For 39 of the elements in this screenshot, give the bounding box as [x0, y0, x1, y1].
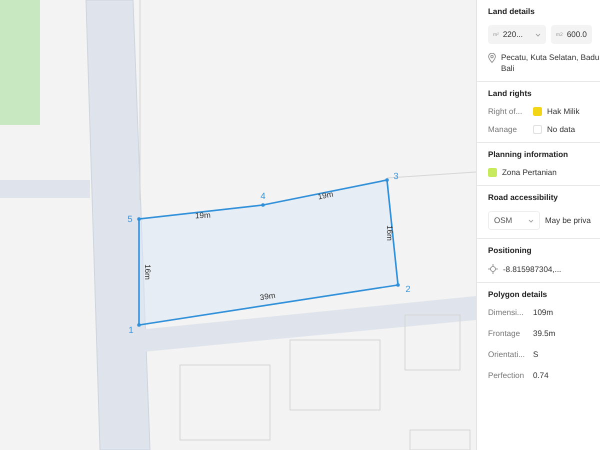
field-value: 39.5m	[533, 329, 556, 338]
section-title: Planning information	[488, 149, 569, 159]
vertex-label: 2	[406, 284, 410, 294]
chevron-icon	[534, 32, 541, 36]
field-label: Right of...	[488, 107, 524, 116]
edge-length-label: 16m	[385, 225, 394, 241]
section-title: Land rights	[488, 88, 533, 98]
location-pin-icon	[488, 53, 496, 63]
vertex-label: 1	[128, 325, 134, 335]
coordinates-text: -8.815987304,...	[503, 264, 562, 274]
field-label: Frontage	[488, 329, 522, 338]
field-label: Manage	[488, 125, 518, 134]
section-title: Positioning	[488, 245, 533, 255]
field-value: S	[533, 350, 538, 359]
field-label: Dimensi...	[488, 308, 525, 317]
section-title: Land details	[488, 6, 536, 16]
crosshair-icon	[488, 264, 498, 274]
vertex-label: 3	[394, 171, 398, 181]
field-label: Perfection	[488, 371, 526, 380]
field-value: No data	[547, 125, 576, 134]
empty-swatch	[533, 125, 542, 134]
source-select[interactable]: OSM	[488, 211, 540, 230]
section-title: Polygon details	[488, 289, 548, 299]
vertex-label: 5	[128, 214, 132, 224]
edge-length-label: 16m	[143, 264, 152, 280]
access-note: May be priva	[545, 216, 591, 225]
field-value: Hak Milik	[547, 107, 580, 116]
edge-length-label: 19m	[194, 210, 211, 220]
edge-length-label: 19m	[317, 190, 334, 202]
vertex-label: 4	[260, 191, 266, 201]
section-title: Road accessibility	[488, 192, 559, 202]
address-text: Bali	[501, 64, 516, 73]
edge-length-label: 39m	[259, 290, 276, 302]
chevron-icon	[528, 218, 534, 222]
field-label: Orientati...	[488, 350, 526, 359]
field-value: 0.74	[533, 371, 549, 380]
zone-label: Zona Pertanian	[502, 168, 557, 177]
field-value: 109m	[533, 308, 554, 317]
address-text: Pecatu, Kuta Selatan, Badu	[501, 53, 600, 62]
